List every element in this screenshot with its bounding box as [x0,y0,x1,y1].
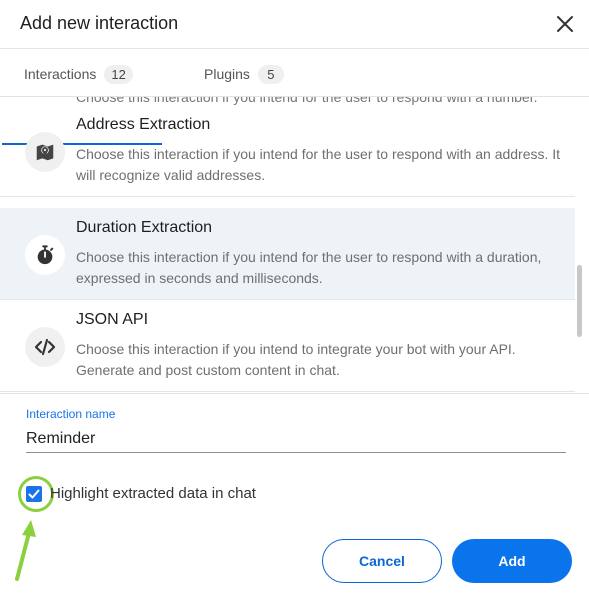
list-item-description: Choose this interaction if you intend fo… [76,249,542,286]
dialog-title: Add new interaction [20,13,179,33]
add-interaction-dialog: Add new interaction Interactions 12 Plug… [0,0,589,602]
checkmark-icon [28,489,40,499]
list-item-title: JSON API [76,311,149,328]
code-icon [25,327,65,367]
list-item-description: Choose this interaction if you intend to… [76,341,516,378]
list-item-address-extraction[interactable]: Address Extraction Choose this interacti… [0,105,575,197]
tab-interactions[interactable]: Interactions 12 [24,62,133,86]
add-button[interactable]: Add [452,539,572,583]
interaction-list: Choose this interaction if you intend fo… [0,97,589,394]
list-item-partial-description: Choose this interaction if you intend fo… [76,97,538,105]
map-pin-icon [25,132,65,172]
cancel-button[interactable]: Cancel [322,539,442,583]
stopwatch-icon [25,235,65,275]
tab-plugins[interactable]: Plugins 5 [204,62,284,86]
close-icon[interactable] [553,12,577,36]
tab-interactions-count: 12 [104,64,133,84]
interaction-name-label: Interaction name [26,407,116,421]
list-item-title: Duration Extraction [76,219,213,236]
highlight-data-checkbox[interactable] [26,486,42,502]
tab-interactions-label: Interactions [24,66,97,82]
list-item-duration-extraction[interactable]: Duration Extraction Choose this interact… [0,208,575,300]
tab-plugins-label: Plugins [204,66,250,82]
arrow-annotation-icon [15,520,36,581]
dialog-header: Add new interaction [0,0,589,49]
list-item-json-api[interactable]: JSON API Choose this interaction if you … [0,300,575,392]
interaction-name-input[interactable] [26,426,566,453]
tab-plugins-count: 5 [257,64,284,84]
tab-bar: Interactions 12 Plugins 5 [0,49,589,145]
list-item-title: Address Extraction [76,116,211,133]
list-scrollbar[interactable] [577,265,582,337]
highlight-data-label: Highlight extracted data in chat [50,485,256,502]
list-item-description: Choose this interaction if you intend fo… [76,146,561,183]
